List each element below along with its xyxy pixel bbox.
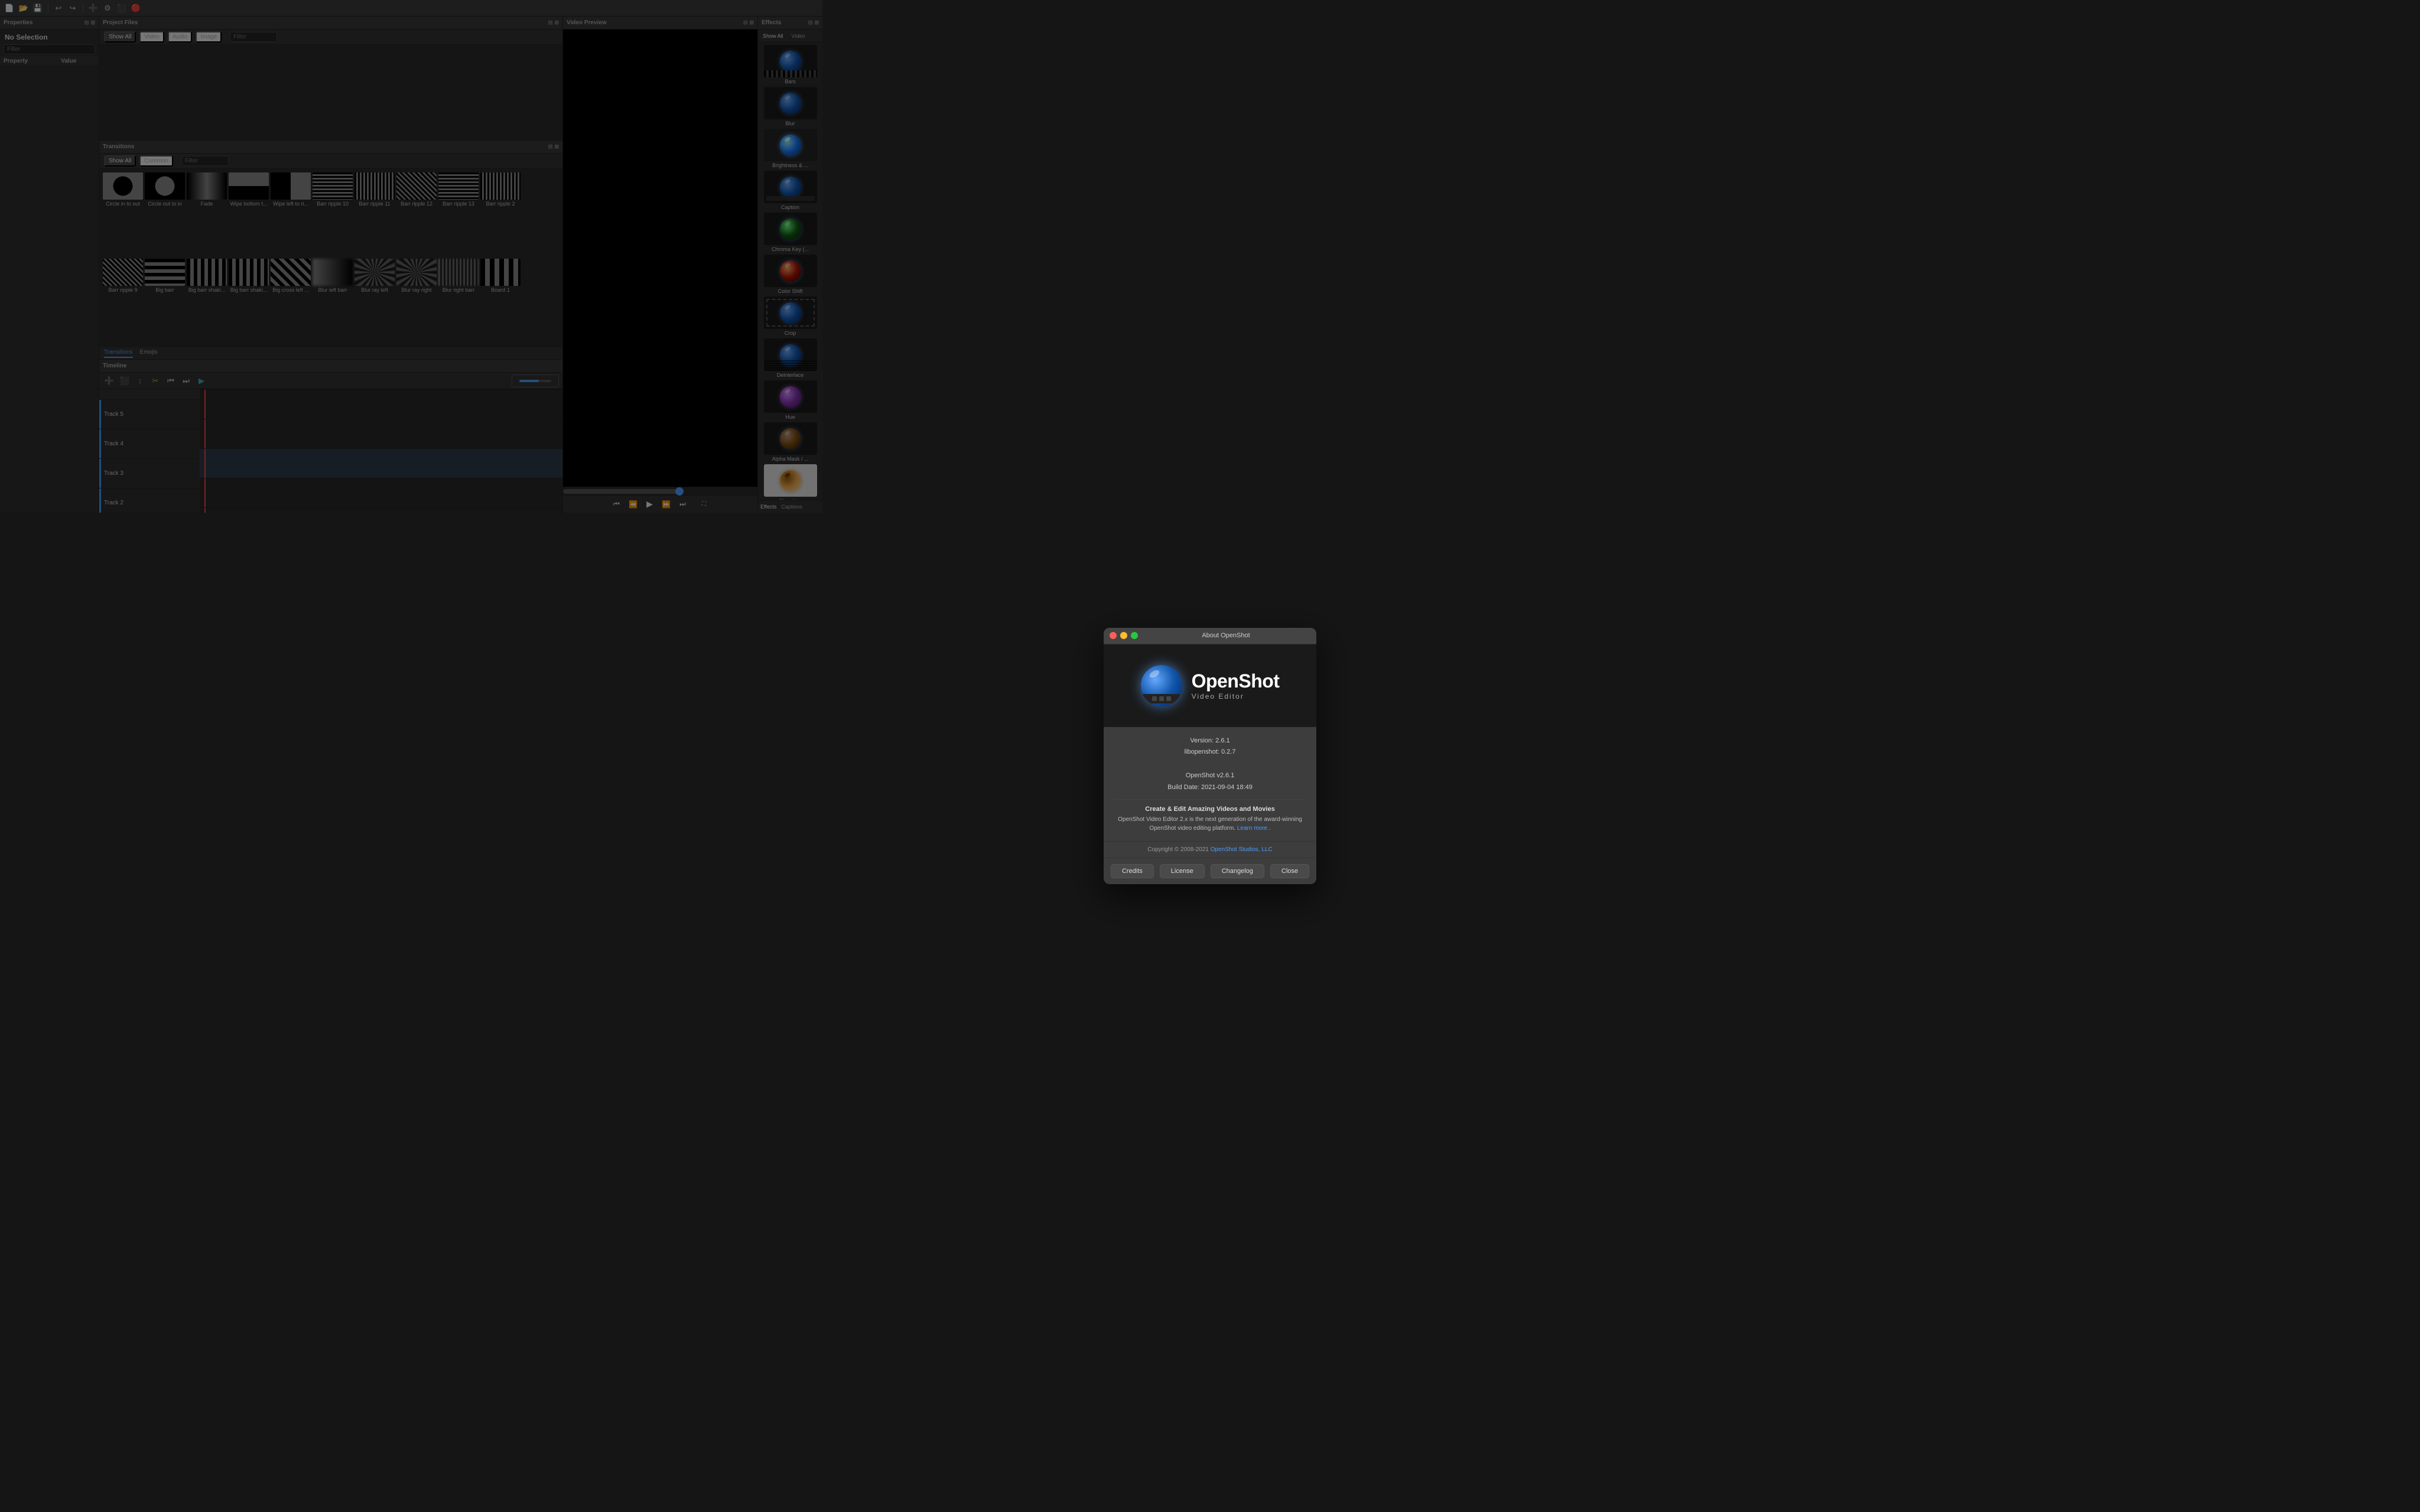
version-label: Version: 2.6.1 [1115, 735, 1305, 747]
credits-button[interactable]: Credits [1111, 864, 1154, 878]
libopenshot-label: libopenshot: 0.2.7 [1115, 747, 1305, 758]
modal-info: Version: 2.6.1 libopenshot: 0.2.7 OpenSh… [1104, 727, 1316, 842]
about-modal: About OpenShot OpenShot Video Editor [1104, 628, 1316, 885]
modal-maximize-button[interactable] [1131, 632, 1138, 639]
modal-buttons: Credits License Changelog Close [1104, 858, 1316, 884]
logo-text-openshot: OpenShot [1192, 670, 1280, 692]
logo-text-sub: Video Editor [1192, 692, 1280, 700]
logo-text-area: OpenShot Video Editor [1192, 670, 1280, 700]
learn-more-link[interactable]: Learn more [1237, 825, 1267, 832]
modal-logo-area: OpenShot Video Editor [1104, 644, 1316, 727]
logo-film-strip [1141, 694, 1182, 703]
changelog-button[interactable]: Changelog [1211, 864, 1264, 878]
build-date: Build Date: 2021-09-04 18:49 [1115, 782, 1305, 794]
modal-desc-text: OpenShot Video Editor 2.x is the next ge… [1115, 815, 1305, 833]
modal-minimize-button[interactable] [1120, 632, 1127, 639]
modal-close-button[interactable] [1110, 632, 1117, 639]
logo-orb [1141, 665, 1182, 706]
copyright-text: Copyright © 2008-2021 [1147, 846, 1209, 853]
openshot-logo: OpenShot Video Editor [1141, 665, 1280, 706]
company-link[interactable]: OpenShot Studios, LLC [1211, 846, 1273, 853]
modal-description-text: OpenShot Video Editor 2.x is the next ge… [1118, 816, 1302, 832]
modal-copyright: Copyright © 2008-2021 OpenShot Studios, … [1104, 842, 1316, 858]
modal-titlebar: About OpenShot [1104, 628, 1316, 644]
openshot-version: OpenShot v2.6.1 [1115, 770, 1305, 782]
modal-version-info: Version: 2.6.1 libopenshot: 0.2.7 OpenSh… [1115, 735, 1305, 794]
modal-tagline: Create & Edit Amazing Videos and Movies [1115, 806, 1305, 813]
modal-title: About OpenShot [1141, 632, 1310, 639]
modal-description: Create & Edit Amazing Videos and Movies … [1115, 799, 1305, 833]
close-button[interactable]: Close [1270, 864, 1309, 878]
modal-overlay: About OpenShot OpenShot Video Editor [0, 0, 2420, 1512]
learn-more-dot: . [1269, 825, 1271, 832]
license-button[interactable]: License [1160, 864, 1205, 878]
